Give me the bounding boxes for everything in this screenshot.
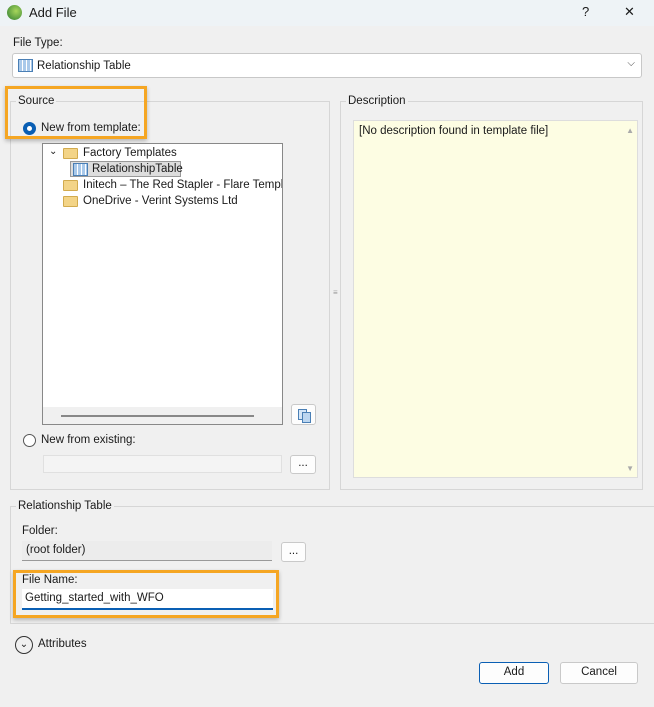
file-type-label: File Type:: [13, 37, 63, 49]
tree-item[interactable]: OneDrive - Verint Systems Ltd: [83, 195, 238, 207]
attributes-toggle[interactable]: Attributes: [38, 638, 87, 650]
relationship-table-icon: [18, 59, 33, 72]
folder-field: (root folder): [22, 541, 272, 561]
description-text-area[interactable]: [No description found in template file] …: [353, 120, 638, 478]
copy-template-button[interactable]: [291, 404, 316, 425]
folder-label: Folder:: [22, 525, 58, 537]
folder-icon: [63, 180, 78, 191]
relationship-table-icon: [73, 163, 88, 176]
help-button[interactable]: ?: [582, 4, 589, 19]
expand-attributes-icon[interactable]: ⌄: [15, 636, 33, 654]
close-button[interactable]: ✕: [624, 4, 635, 20]
horizontal-scrollbar[interactable]: [43, 407, 282, 424]
chevron-down-icon: ⌵: [627, 58, 635, 69]
cancel-button[interactable]: Cancel: [560, 662, 638, 684]
tree-item[interactable]: Factory Templates: [83, 147, 177, 159]
template-tree[interactable]: ⌄ Factory Templates RelationshipTable In…: [42, 143, 283, 425]
new-from-existing-label: New from existing:: [41, 434, 136, 446]
scrollbar-thumb[interactable]: [61, 415, 254, 417]
add-button[interactable]: Add: [479, 662, 549, 684]
splitter-handle[interactable]: ≡: [333, 288, 338, 297]
highlight-box: [5, 86, 147, 139]
file-type-dropdown[interactable]: Relationship Table ⌵: [12, 53, 642, 78]
browse-existing-button[interactable]: ...: [290, 455, 316, 474]
folder-icon: [63, 196, 78, 207]
file-type-value: Relationship Table: [37, 60, 131, 72]
relationship-table-label: Relationship Table: [16, 500, 114, 512]
window-title: Add File: [29, 5, 77, 20]
folder-icon: [63, 148, 78, 159]
highlight-box: [13, 570, 279, 618]
description-text: [No description found in template file]: [359, 125, 549, 137]
tree-item-selected[interactable]: RelationshipTable: [70, 161, 183, 177]
description-label: Description: [346, 95, 408, 107]
browse-folder-button[interactable]: ...: [281, 542, 306, 562]
new-from-existing-radio[interactable]: [23, 434, 36, 447]
scroll-up-icon[interactable]: ▲: [626, 126, 634, 135]
tree-item[interactable]: Initech – The Red Stapler - Flare Templa…: [83, 179, 282, 191]
title-bar: Add File ? ✕: [0, 0, 654, 26]
scroll-down-icon[interactable]: ▼: [626, 464, 634, 473]
app-logo-icon: [7, 5, 22, 20]
chevron-expanded-icon[interactable]: ⌄: [49, 146, 57, 157]
existing-file-field[interactable]: [43, 455, 282, 473]
